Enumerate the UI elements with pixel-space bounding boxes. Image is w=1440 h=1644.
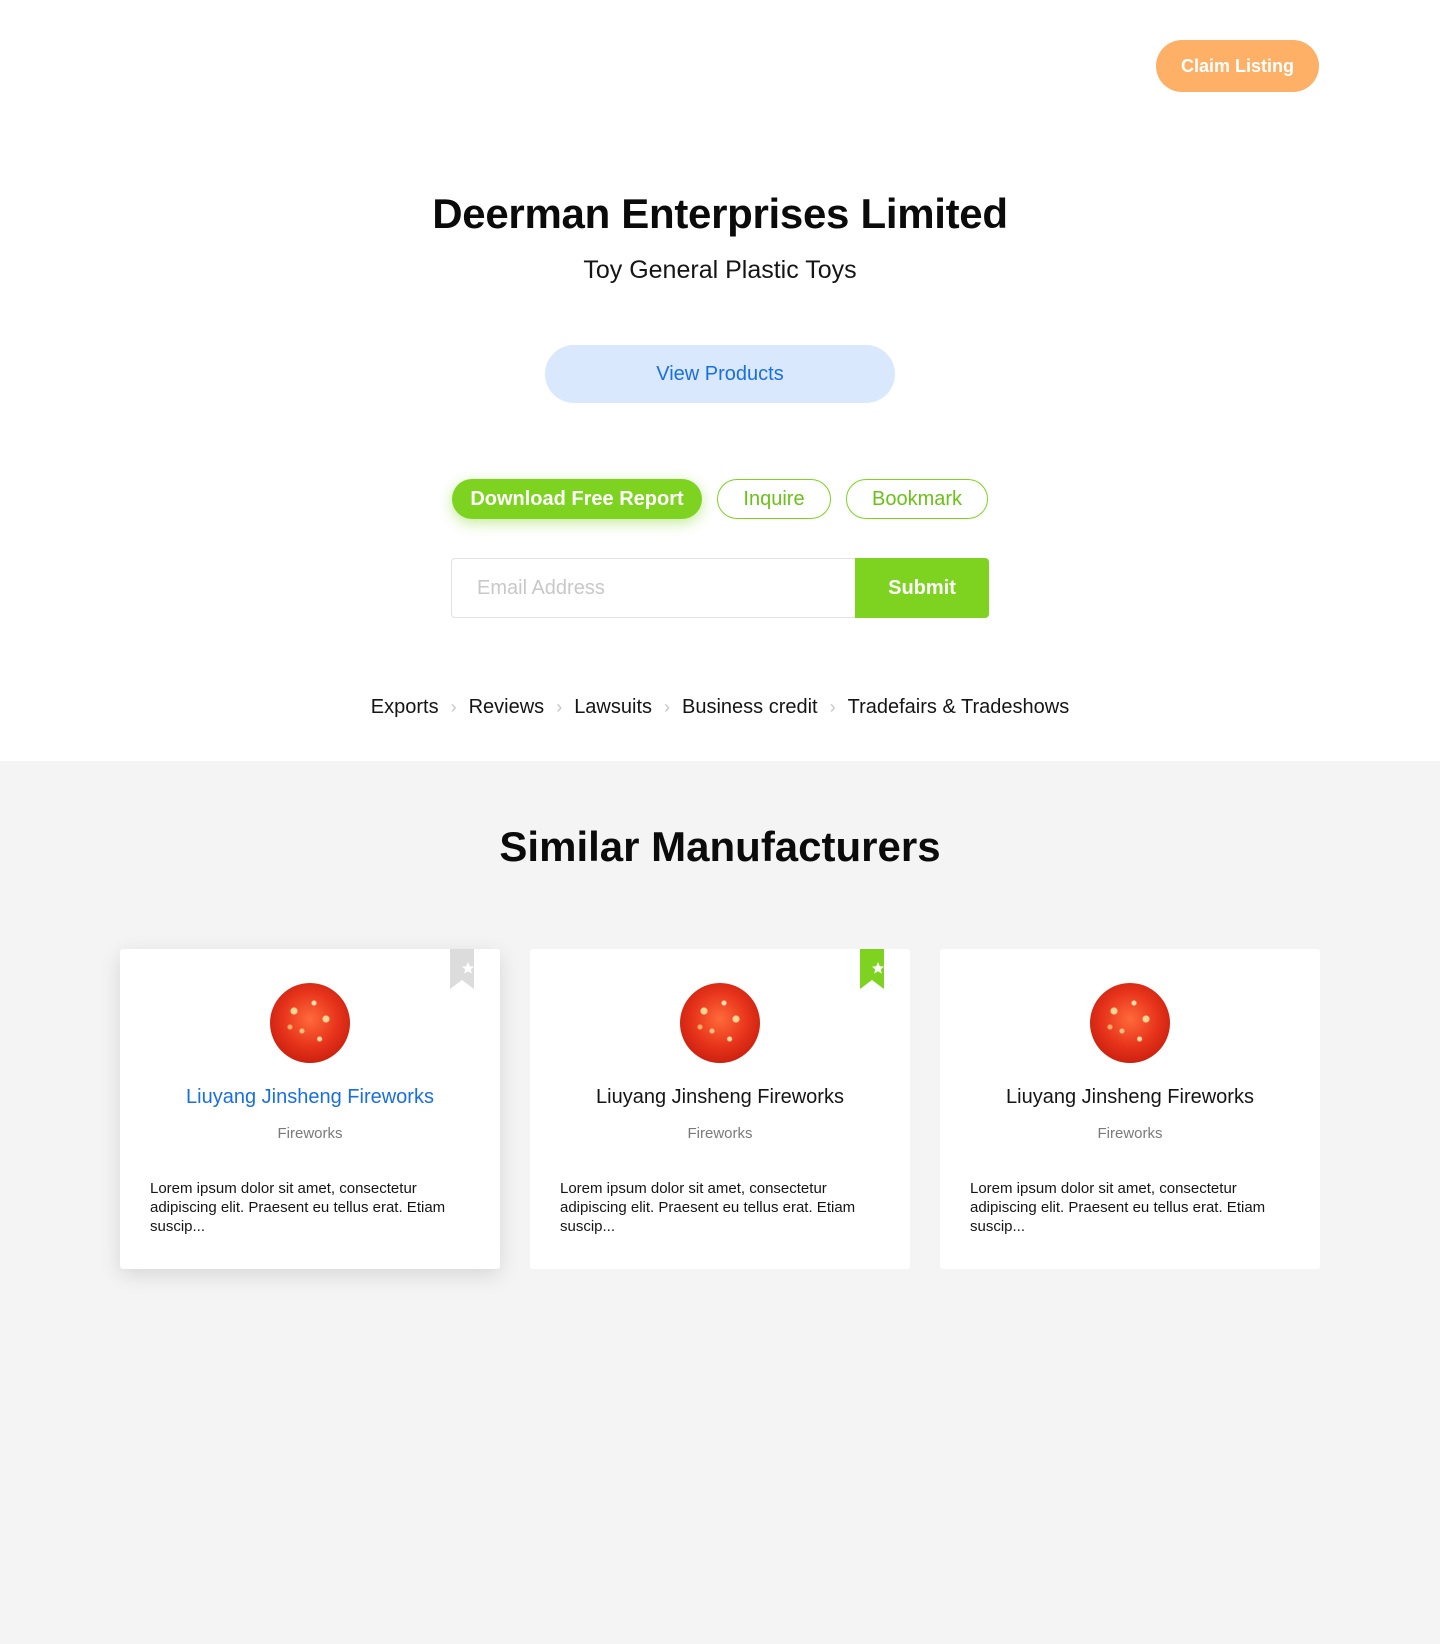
manufacturer-description: Lorem ipsum dolor sit amet, consectetur … — [970, 1180, 1266, 1235]
submit-button[interactable]: Submit — [855, 558, 989, 618]
inquire-button[interactable]: Inquire — [717, 479, 831, 519]
similar-manufacturers-section: Similar Manufacturers Liuyang Jinsheng F… — [0, 761, 1440, 1644]
manufacturer-card[interactable]: Liuyang Jinsheng Fireworks Fireworks Lor… — [530, 949, 910, 1269]
manufacturer-card[interactable]: Liuyang Jinsheng Fireworks Fireworks Lor… — [120, 949, 500, 1269]
bookmark-star-icon[interactable] — [450, 949, 474, 989]
manufacturer-logo — [680, 983, 760, 1063]
chevron-right-icon: › — [664, 697, 670, 717]
manufacturer-logo — [270, 983, 350, 1063]
chevron-right-icon: › — [450, 697, 457, 717]
manufacturer-category: Fireworks — [277, 1125, 343, 1142]
action-buttons: Download Free Report Inquire Bookmark — [0, 479, 1440, 519]
view-products-button[interactable]: View Products — [545, 345, 895, 403]
tab-business-credit[interactable]: Business credit — [682, 696, 818, 719]
bookmark-star-icon[interactable] — [860, 949, 884, 989]
manufacturer-logo — [1090, 983, 1170, 1063]
company-header-section: Claim Listing Deerman Enterprises Limite… — [0, 0, 1440, 761]
company-category: Toy General Plastic Toys — [583, 256, 857, 284]
manufacturer-category: Fireworks — [687, 1125, 753, 1142]
manufacturer-description: Lorem ipsum dolor sit amet, consectetur … — [150, 1180, 446, 1235]
tab-exports[interactable]: Exports — [371, 696, 439, 719]
tab-lawsuits[interactable]: Lawsuits — [574, 696, 652, 719]
manufacturer-card[interactable]: Liuyang Jinsheng Fireworks Fireworks Lor… — [940, 949, 1320, 1269]
email-form: Submit — [451, 558, 989, 618]
bookmark-button[interactable]: Bookmark — [846, 479, 988, 519]
manufacturer-name[interactable]: Liuyang Jinsheng Fireworks — [530, 1086, 910, 1109]
download-report-button[interactable]: Download Free Report — [452, 479, 702, 519]
company-name: Deerman Enterprises Limited — [432, 190, 1008, 237]
tab-reviews[interactable]: Reviews — [469, 696, 545, 719]
manufacturer-category: Fireworks — [1097, 1125, 1163, 1142]
section-tabs: Exports › Reviews › Lawsuits › Business … — [0, 696, 1440, 719]
section-title: Similar Manufacturers — [499, 823, 941, 870]
claim-listing-button[interactable]: Claim Listing — [1156, 40, 1319, 92]
chevron-right-icon: › — [829, 697, 836, 717]
manufacturer-name[interactable]: Liuyang Jinsheng Fireworks — [940, 1086, 1320, 1109]
email-field[interactable] — [451, 558, 855, 618]
chevron-right-icon: › — [556, 697, 563, 717]
tab-tradefairs[interactable]: Tradefairs & Tradeshows — [848, 696, 1070, 719]
manufacturer-description: Lorem ipsum dolor sit amet, consectetur … — [560, 1180, 856, 1235]
manufacturer-name[interactable]: Liuyang Jinsheng Fireworks — [120, 1086, 500, 1109]
